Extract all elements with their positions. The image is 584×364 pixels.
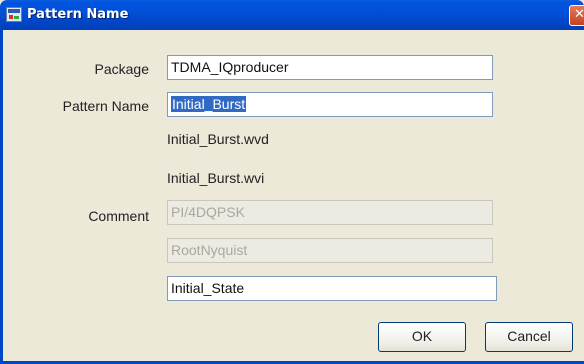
package-label: Package (94, 61, 149, 77)
cancel-button[interactable]: Cancel (485, 322, 573, 352)
pattern-name-field[interactable]: Initial_Burst (167, 92, 493, 117)
wvd-filename: Initial_Burst.wvd (167, 131, 269, 147)
ok-button[interactable]: OK (378, 322, 466, 352)
close-icon[interactable]: ✕ (569, 5, 584, 26)
comment-line3-field[interactable]: Initial_State (167, 276, 497, 301)
window-title: Pattern Name (27, 7, 129, 22)
package-field[interactable]: TDMA_IQproducer (167, 55, 493, 80)
pattern-name-value: Initial_Burst (171, 96, 247, 112)
app-icon (6, 7, 22, 22)
window-frame-left (0, 30, 3, 364)
wvi-filename: Initial_Burst.wvi (167, 170, 265, 186)
comment-line2-field: RootNyquist (167, 238, 493, 263)
title-bar: Pattern Name ✕ (0, 0, 584, 30)
pattern-name-label: Pattern Name (62, 98, 149, 114)
comment-label: Comment (88, 208, 149, 224)
comment-line1-field: PI/4DQPSK (167, 200, 493, 225)
